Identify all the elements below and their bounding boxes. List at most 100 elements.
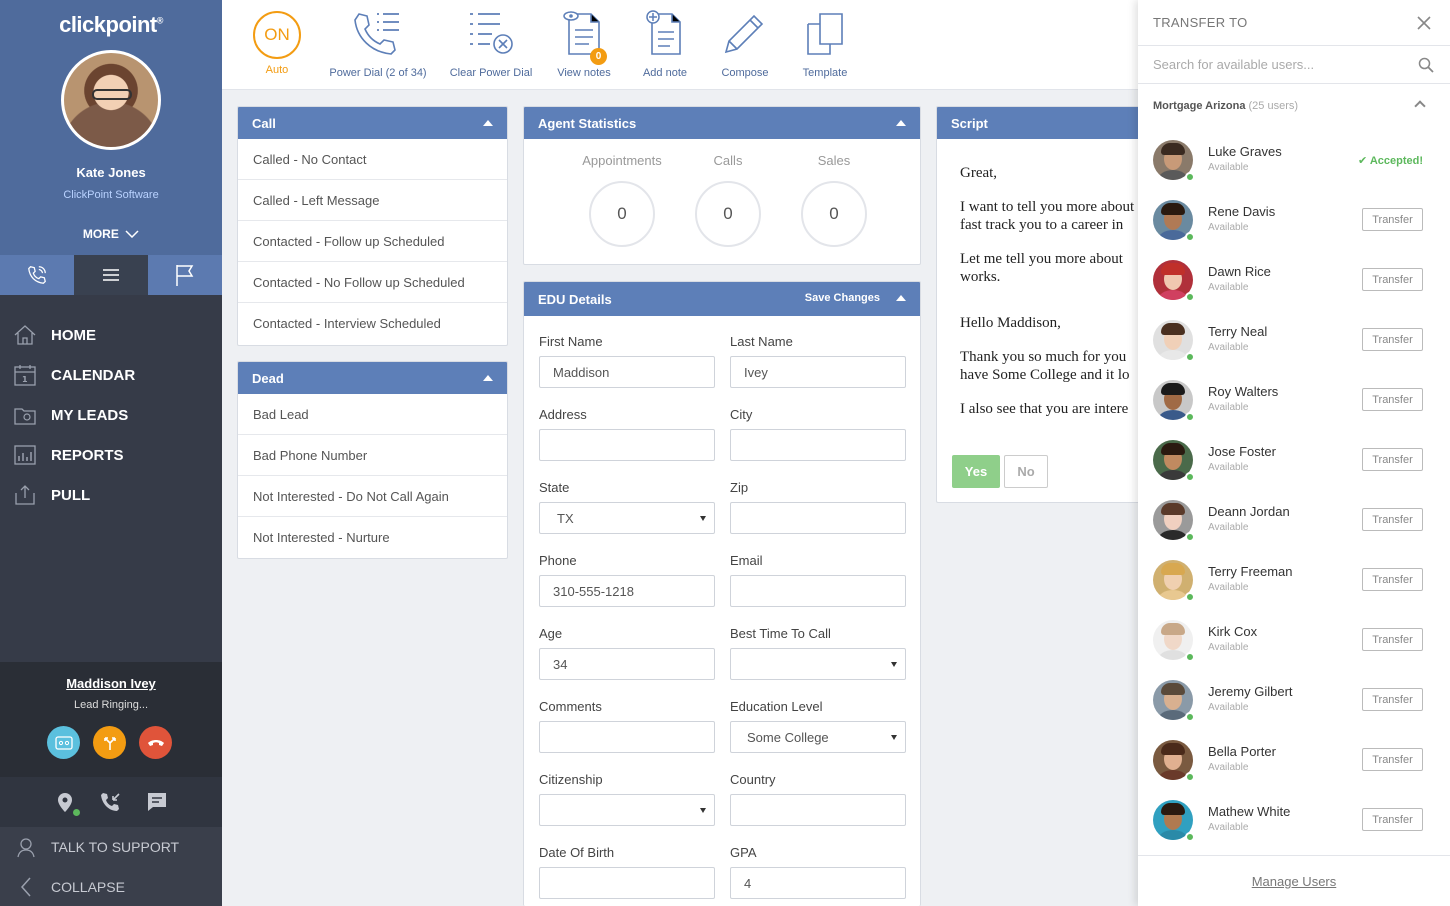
dob-input[interactable] [539,867,715,899]
citizenship-select[interactable] [539,794,715,826]
location-button[interactable] [53,790,80,816]
transfer-button[interactable]: Transfer [1362,688,1423,711]
edu-details-header[interactable]: EDU Details Save Changes [524,282,920,316]
transfer-button[interactable]: Transfer [1362,208,1423,231]
app-logo[interactable]: clickpoint® [0,12,222,38]
transfer-button[interactable]: Transfer [1362,448,1423,471]
caller-status: Lead Ringing... [74,699,148,711]
transfer-button[interactable]: Transfer [1362,508,1423,531]
email-input[interactable] [730,575,906,607]
caller-name[interactable]: Maddison Ivey [0,676,222,691]
state-select[interactable]: TX [539,502,715,534]
dead-panel-header[interactable]: Dead [238,362,507,394]
edu-details-panel: EDU Details Save Changes First Name Madd… [523,281,921,906]
transfer-button[interactable]: Transfer [1362,808,1423,831]
add-note-button[interactable]: Add note [635,8,695,79]
country-input[interactable] [730,794,906,826]
disposition-item[interactable]: Called - No Contact [238,139,507,180]
disposition-item[interactable]: Contacted - Follow up Scheduled [238,221,507,262]
address-input[interactable] [539,429,715,461]
transfer-user-name: Mathew White [1208,804,1291,819]
education-level-select[interactable]: Some College [730,721,906,753]
transfer-button[interactable]: Transfer [1362,748,1423,771]
online-status-dot [1185,832,1195,842]
call-history-button[interactable] [99,790,123,814]
collapse-button[interactable]: COLLAPSE [0,867,222,906]
script-no-button[interactable]: No [1004,455,1048,488]
tab-menu[interactable] [74,255,148,295]
tab-flags[interactable]: 187 [148,255,350,295]
disposition-item[interactable]: Not Interested - Nurture [238,517,507,558]
transfer-user-status: Available [1208,642,1249,653]
manage-users-link[interactable]: Manage Users [1252,874,1337,889]
transfer-footer: Manage Users [1138,855,1450,906]
clear-list-icon [470,13,513,54]
active-call-card: Maddison Ivey Lead Ringing... [0,662,222,777]
save-changes-button[interactable]: Save Changes [805,292,880,304]
transfer-button[interactable]: Transfer [1362,328,1423,351]
transfer-header: TRANSFER TO [1138,0,1450,46]
talk-to-support-button[interactable]: TALK TO SUPPORT [0,827,222,867]
voicemail-button[interactable] [47,726,80,759]
search-icon[interactable] [1418,57,1434,73]
disposition-item[interactable]: Not Interested - Do Not Call Again [238,476,507,517]
best-time-select[interactable] [730,648,906,680]
clear-power-dial-button[interactable]: Clear Power Dial [446,8,536,79]
hangup-icon [147,739,164,746]
nav-item-home[interactable]: HOME [0,315,222,355]
script-header[interactable]: Script [937,107,1146,139]
online-status-dot [1185,232,1195,242]
nav-item-reports[interactable]: REPORTS [0,435,222,475]
home-icon [12,323,38,347]
online-status-dot [1185,172,1195,182]
script-yes-button[interactable]: Yes [952,455,1000,488]
disposition-item[interactable]: Bad Lead [238,394,507,435]
transfer-user-status: Available [1208,522,1249,533]
stat-appointments: Appointments 0 [576,139,668,247]
zip-input[interactable] [730,502,906,534]
search-input[interactable]: Search for available users... [1153,57,1314,72]
template-button[interactable]: Template [795,8,855,79]
first-name-input[interactable]: Maddison [539,356,715,388]
view-notes-button[interactable]: 0 View notes [554,8,614,79]
hangup-button[interactable] [139,726,172,759]
transfer-user-row: Roy Walters Available Transfer [1138,380,1450,440]
last-name-input[interactable]: Ivey [730,356,906,388]
nav-item-pull[interactable]: PULL [0,475,222,515]
transfer-button[interactable]: Transfer [1362,568,1423,591]
disposition-item[interactable]: Contacted - No Follow up Scheduled [238,262,507,303]
transfer-search[interactable]: Search for available users... [1138,46,1450,84]
stat-sales: Sales 0 [788,139,880,247]
transfer-button[interactable]: Transfer [1362,268,1423,291]
comments-input[interactable] [539,721,715,753]
age-input[interactable]: 34 [539,648,715,680]
power-dial-button[interactable]: Power Dial (2 of 34) [328,8,428,79]
call-panel-header[interactable]: Call [238,107,507,139]
transfer-user-name: Kirk Cox [1208,624,1258,639]
nav-item-calendar[interactable]: 1 CALENDAR [0,355,222,395]
close-icon[interactable] [1416,15,1432,31]
online-status-dot [1185,352,1195,362]
user-avatar[interactable] [61,50,161,150]
compose-button[interactable]: Compose [715,8,775,79]
disposition-item[interactable]: Bad Phone Number [238,435,507,476]
city-input[interactable] [730,429,906,461]
stat-calls: Calls 0 [682,139,774,247]
tab-calls[interactable] [0,255,74,295]
transfer-user-status: Available [1208,342,1249,353]
user-group-header[interactable]: Mortgage Arizona (25 users) [1138,84,1450,128]
transfer-call-button[interactable] [93,726,126,759]
transfer-button[interactable]: Transfer [1362,388,1423,411]
notes-count-badge: 0 [590,48,607,65]
nav-item-my-leads[interactable]: MY LEADS [0,395,222,435]
auto-toggle-button[interactable]: ON Auto [252,8,302,76]
disposition-item[interactable]: Called - Left Message [238,180,507,221]
chevron-up-icon [1414,100,1426,112]
gpa-input[interactable]: 4 [730,867,906,899]
more-button[interactable]: MORE [0,227,222,241]
chat-button[interactable] [145,790,169,814]
agent-stats-header[interactable]: Agent Statistics [524,107,920,139]
disposition-item[interactable]: Contacted - Interview Scheduled [238,303,507,344]
phone-input[interactable]: 310-555-1218 [539,575,715,607]
transfer-button[interactable]: Transfer [1362,628,1423,651]
